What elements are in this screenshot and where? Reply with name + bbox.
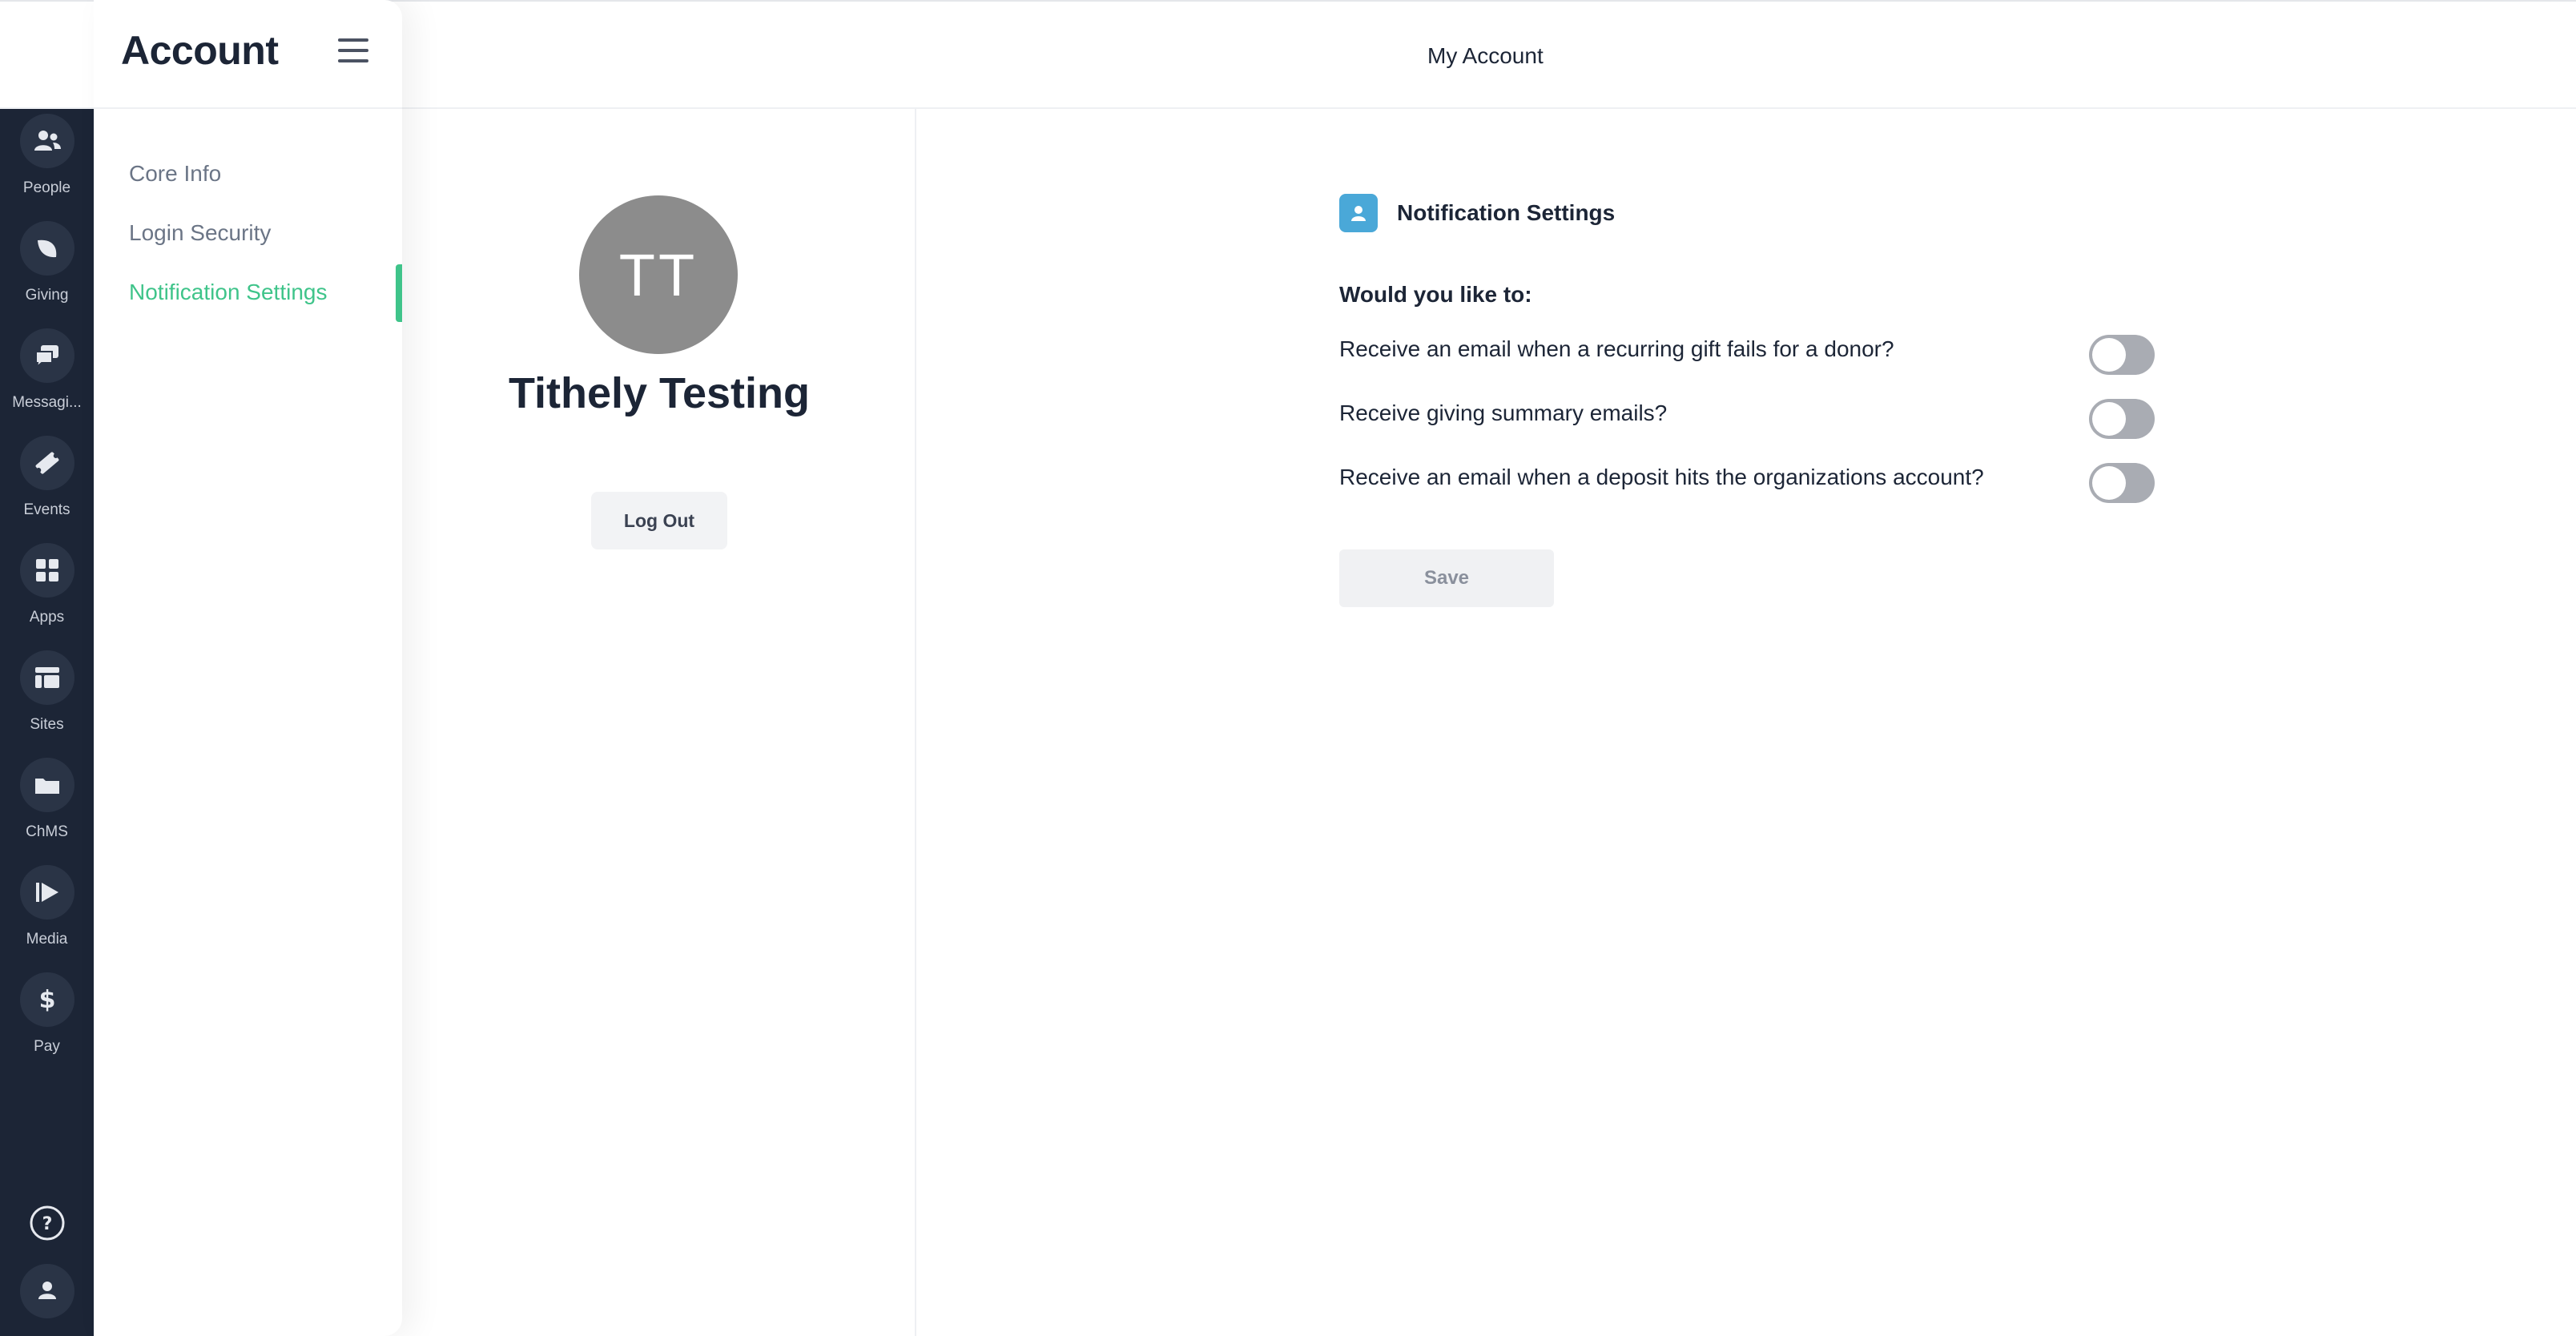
- rail-item-label: Messagi...: [12, 394, 82, 411]
- toggle-knob: [2092, 338, 2126, 372]
- sidebar-title: Account: [121, 28, 279, 73]
- log-out-button[interactable]: Log Out: [591, 492, 727, 549]
- sidebar-item-notification-settings[interactable]: Notification Settings: [94, 263, 402, 322]
- sidebar-nav: Core Info Login Security Notification Se…: [94, 144, 402, 322]
- layout-icon: [20, 650, 74, 705]
- section-title: Notification Settings: [1397, 200, 1616, 225]
- user-menu-button[interactable]: [20, 1264, 74, 1318]
- user-badge-icon: [1339, 194, 1378, 232]
- rail-item-label: Giving: [25, 287, 69, 304]
- giving-summary-toggle[interactable]: [2089, 399, 2155, 439]
- save-button[interactable]: Save: [1339, 549, 1554, 607]
- ticket-icon: [20, 436, 74, 490]
- folder-icon: [20, 758, 74, 812]
- rail-item-label: People: [22, 179, 71, 196]
- chat-icon: [20, 328, 74, 383]
- rail-item-label: Apps: [29, 609, 65, 626]
- recurring-gift-fail-toggle[interactable]: [2089, 335, 2155, 375]
- option-label: Receive an email when a recurring gift f…: [1339, 336, 1894, 361]
- question-label: Would you like to:: [1339, 282, 1532, 307]
- svg-text:$: $: [39, 986, 56, 1014]
- divider: [94, 107, 402, 109]
- help-icon: ?: [30, 1205, 65, 1241]
- hamburger-menu-icon[interactable]: [338, 38, 368, 69]
- rail-item-apps[interactable]: Apps: [0, 543, 94, 638]
- toggle-knob: [2092, 402, 2126, 436]
- play-icon: [20, 865, 74, 920]
- dollar-icon: $: [20, 972, 74, 1027]
- user-icon: [38, 1282, 56, 1299]
- apps-grid-icon: [20, 543, 74, 598]
- notification-option: Receive an email when a deposit hits the…: [1339, 460, 2156, 508]
- toggle-knob: [2092, 466, 2126, 500]
- option-label: Receive giving summary emails?: [1339, 400, 1668, 425]
- sidebar-item-core-info[interactable]: Core Info: [94, 144, 402, 203]
- notification-option: Receive giving summary emails?: [1339, 396, 2156, 444]
- rail-item-pay[interactable]: $ Pay: [0, 972, 94, 1067]
- rail-item-media[interactable]: Media: [0, 865, 94, 960]
- rail-item-chms[interactable]: ChMS: [0, 758, 94, 852]
- help-button[interactable]: ?: [20, 1196, 74, 1250]
- rail-item-label: Media: [26, 931, 68, 948]
- sidebar-item-login-security[interactable]: Login Security: [94, 203, 402, 263]
- leaf-icon: [20, 221, 74, 276]
- rail-item-label: ChMS: [26, 823, 68, 840]
- rail-item-label: Events: [23, 501, 70, 518]
- people-icon: [20, 114, 74, 168]
- account-sidebar: Account Core Info Login Security Notific…: [94, 0, 402, 1336]
- notification-settings-header: Notification Settings: [1339, 194, 1615, 232]
- option-label: Receive an email when a deposit hits the…: [1339, 465, 1984, 489]
- rail-item-people[interactable]: People: [0, 114, 94, 208]
- rail-item-sites[interactable]: Sites: [0, 650, 94, 745]
- avatar: TT: [579, 195, 738, 354]
- profile-name: Tithely Testing: [508, 369, 811, 417]
- rail-item-label: Pay: [34, 1038, 60, 1055]
- svg-text:?: ?: [42, 1214, 53, 1234]
- notification-option: Receive an email when a recurring gift f…: [1339, 332, 2156, 380]
- rail-item-messaging[interactable]: Messagi...: [0, 328, 94, 423]
- rail-item-label: Sites: [30, 716, 64, 733]
- rail-item-giving[interactable]: Giving: [0, 221, 94, 316]
- deposit-hits-toggle[interactable]: [2089, 463, 2155, 503]
- page-title: My Account: [1427, 43, 1544, 68]
- app-rail: People Giving Messagi... Events Apps Sit…: [0, 0, 94, 1336]
- rail-item-events[interactable]: Events: [0, 436, 94, 530]
